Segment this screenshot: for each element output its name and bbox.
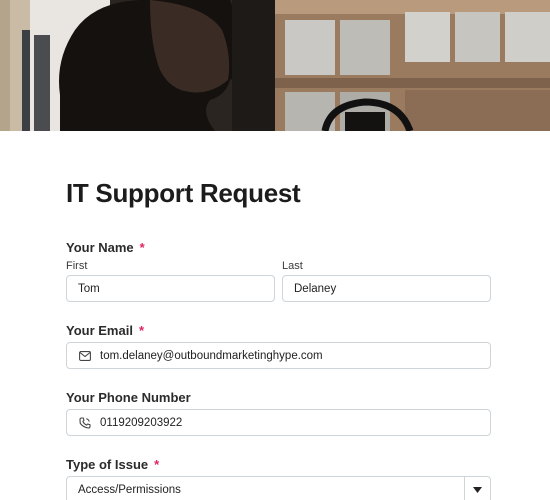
phone-field[interactable]: 0119209203922 xyxy=(66,409,491,436)
first-name-sublabel: First xyxy=(66,260,88,272)
hero-photo xyxy=(0,0,550,131)
name-label-text: Your Name xyxy=(66,240,134,255)
issue-type-label: Type of Issue * xyxy=(66,457,159,472)
last-name-input[interactable]: Delaney xyxy=(282,275,491,302)
name-label: Your Name * xyxy=(66,240,145,255)
phone-value: 0119209203922 xyxy=(100,416,183,429)
required-asterisk: * xyxy=(154,457,160,472)
dropdown-toggle[interactable] xyxy=(464,477,490,500)
form-title: IT Support Request xyxy=(66,178,301,208)
chevron-down-icon xyxy=(473,486,482,493)
email-field[interactable]: tom.delaney@outboundmarketinghype.com xyxy=(66,342,491,369)
last-name-sublabel: Last xyxy=(282,260,303,272)
email-value: tom.delaney@outboundmarketinghype.com xyxy=(100,349,323,362)
email-label-text: Your Email xyxy=(66,323,133,338)
issue-type-label-text: Type of Issue xyxy=(66,457,149,472)
first-name-value: Tom xyxy=(78,282,100,295)
email-label: Your Email * xyxy=(66,323,144,338)
last-name-value: Delaney xyxy=(294,282,337,295)
phone-icon xyxy=(78,416,92,430)
issue-type-select[interactable]: Access/Permissions xyxy=(66,476,491,500)
required-asterisk: * xyxy=(139,240,145,255)
issue-type-value: Access/Permissions xyxy=(78,483,181,496)
required-asterisk: * xyxy=(138,323,145,338)
first-name-input[interactable]: Tom xyxy=(66,275,275,302)
hero-banner-image xyxy=(0,0,550,131)
mail-icon xyxy=(78,349,92,363)
phone-label: Your Phone Number xyxy=(66,390,191,405)
phone-label-text: Your Phone Number xyxy=(66,390,191,405)
